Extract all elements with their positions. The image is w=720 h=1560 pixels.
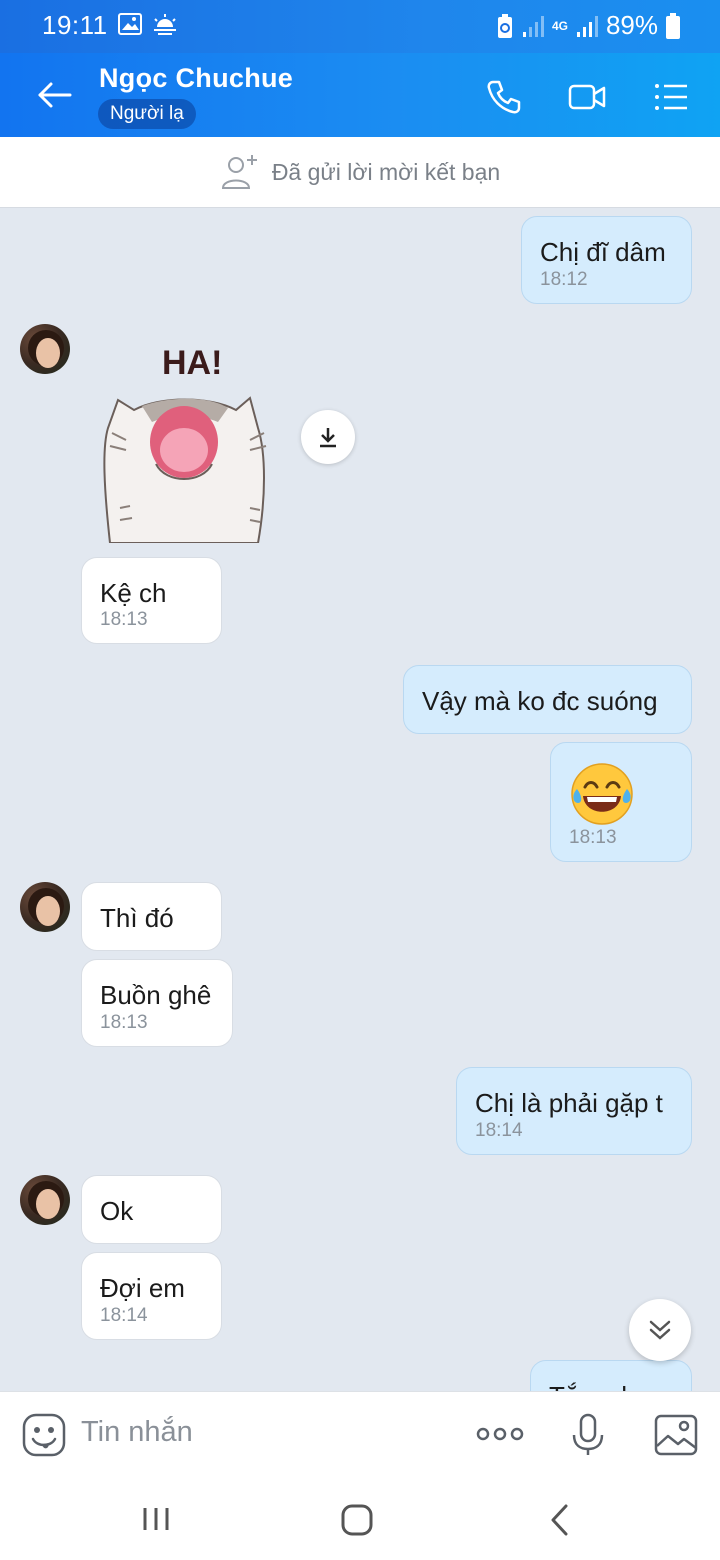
download-icon xyxy=(320,428,336,448)
laughing-emoji-icon xyxy=(571,763,633,825)
recent-apps-icon[interactable] xyxy=(140,1505,172,1533)
data-saver-icon xyxy=(497,13,512,38)
network-type: 4G xyxy=(551,18,568,33)
battery-icon xyxy=(666,12,680,39)
signal-1-icon xyxy=(522,15,544,37)
message-outgoing-emoji[interactable]: 18:13 xyxy=(550,742,692,862)
add-friend-icon xyxy=(221,155,257,189)
avatar[interactable] xyxy=(20,1175,70,1225)
message-incoming[interactable]: Buồn ghê 18:13 xyxy=(81,959,233,1047)
message-list[interactable]: Chị đĩ dâm 18:12 HA! Kệ ch 18:13 Vậy mà … xyxy=(0,208,720,1391)
battery-percent: 89% xyxy=(605,10,658,40)
chevron-down-icon xyxy=(649,1320,671,1340)
message-incoming[interactable]: Đợi em 18:14 xyxy=(81,1252,222,1340)
back-arrow-icon[interactable] xyxy=(34,75,74,115)
gallery-notification-icon xyxy=(118,13,142,35)
image-icon[interactable] xyxy=(654,1414,698,1456)
message-outgoing[interactable]: Chị là phải gặp t 18:14 xyxy=(456,1067,692,1155)
scroll-to-bottom-button[interactable] xyxy=(629,1299,691,1361)
microphone-icon[interactable] xyxy=(570,1413,606,1457)
status-bar: 19:11 4G 89% xyxy=(0,0,720,53)
status-time: 19:11 xyxy=(42,10,108,40)
message-outgoing[interactable]: Tắm chưa xyxy=(530,1360,692,1391)
signal-2-icon xyxy=(576,15,598,37)
friend-request-bar[interactable]: Đã gửi lời mời kết bạn xyxy=(0,137,720,208)
system-nav-bar xyxy=(0,1477,720,1560)
avatar[interactable] xyxy=(20,324,70,374)
more-icon[interactable] xyxy=(476,1424,524,1444)
weather-icon xyxy=(154,14,176,35)
back-nav-icon[interactable] xyxy=(548,1503,572,1537)
emoji-icon[interactable] xyxy=(22,1413,66,1457)
sticker-image[interactable]: HA! xyxy=(100,338,280,543)
friend-request-text: Đã gửi lời mời kết bạn xyxy=(271,158,501,185)
stranger-badge: Người lạ xyxy=(98,99,196,129)
message-incoming[interactable]: Kệ ch 18:13 xyxy=(81,557,222,644)
message-outgoing[interactable]: Chị đĩ dâm 18:12 xyxy=(521,216,692,304)
menu-icon[interactable] xyxy=(651,77,691,117)
message-incoming[interactable]: Ok xyxy=(81,1175,222,1244)
message-input-bar: Tin nhắn xyxy=(0,1391,720,1477)
chat-header: Ngọc Chuchue Người lạ xyxy=(0,53,720,137)
home-icon[interactable] xyxy=(340,1503,374,1537)
message-incoming[interactable]: Thì đó xyxy=(81,882,222,951)
download-button[interactable] xyxy=(301,410,355,464)
sticker-caption: HA! xyxy=(162,344,222,382)
contact-name[interactable]: Ngọc Chuchue xyxy=(99,63,293,94)
phone-icon[interactable] xyxy=(483,77,523,117)
message-input[interactable]: Tin nhắn xyxy=(81,1416,193,1449)
avatar[interactable] xyxy=(20,882,70,932)
message-outgoing[interactable]: Vậy mà ko đc suóng xyxy=(403,665,692,734)
video-icon[interactable] xyxy=(567,77,607,117)
